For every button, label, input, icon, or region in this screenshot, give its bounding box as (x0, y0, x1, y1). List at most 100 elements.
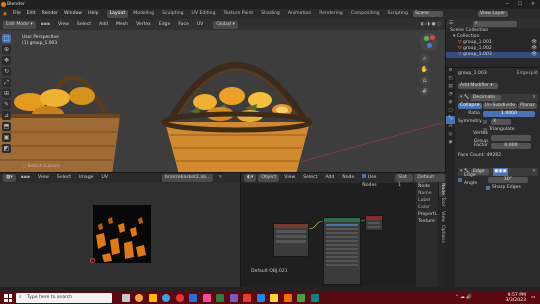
scale-tool-icon[interactable]: ⤢ (2, 78, 11, 87)
menu-select[interactable]: Select (74, 21, 94, 29)
menu-uv[interactable]: UV (194, 21, 207, 29)
measure-tool-icon[interactable]: ⊿ (2, 111, 11, 120)
tab-shading[interactable]: Shading (258, 10, 283, 18)
uv-select-mode-icons[interactable]: ▪▪▪ (18, 174, 33, 182)
menu-view[interactable]: View (55, 21, 72, 29)
move-tool-icon[interactable]: ✥ (2, 56, 11, 65)
tab-layout[interactable]: Layout (106, 10, 129, 18)
vertex-group-field[interactable] (491, 135, 531, 141)
inset-tool-icon[interactable]: ▣ (2, 133, 11, 142)
sidebar-tab-node[interactable]: Node (439, 183, 445, 197)
mode-planar-tab[interactable]: Planar (518, 103, 537, 109)
extrude-tool-icon[interactable]: ⬒ (2, 122, 11, 131)
tab-modeling[interactable]: Modeling (130, 10, 157, 18)
outliner-search[interactable]: ⌕ (473, 20, 518, 27)
side-node-header[interactable]: Node (418, 183, 438, 190)
sidebar-tab-tool[interactable]: Tool (439, 197, 445, 211)
rotate-tool-icon[interactable]: ↻ (2, 67, 11, 76)
view-layer-selector[interactable]: View Layer (478, 11, 508, 17)
notifications-icon[interactable]: ▭ (531, 295, 535, 300)
uv-editor-type-icon[interactable]: ▦▾ (3, 174, 16, 182)
bevel-tool-icon[interactable]: ◩ (2, 144, 11, 153)
side-texture-label[interactable]: Texture (418, 218, 438, 225)
particles-tab-icon[interactable]: ⁂ (446, 124, 455, 132)
add-modifier-button[interactable]: Add Modifier ▾ (458, 83, 498, 89)
side-properties-label[interactable]: Properti... (418, 211, 440, 218)
tab-scripting[interactable]: Scripting (385, 10, 411, 18)
select-mode-icons[interactable]: ▪▪▪ (38, 21, 53, 29)
blender-taskbar-icon[interactable] (135, 294, 144, 302)
axis-gizmo-icon[interactable] (420, 33, 438, 51)
clock[interactable]: 9:57 PM 3/3/2023 (500, 293, 526, 303)
menu-face[interactable]: Face (175, 21, 191, 29)
app2-icon[interactable] (297, 294, 306, 302)
app3-icon[interactable] (310, 294, 319, 302)
menu-help[interactable]: Help (85, 9, 101, 19)
outliner-item-selected[interactable]: ▽ group_1.003 👁 (446, 52, 540, 58)
outliner-icon[interactable]: ☰ (449, 21, 453, 26)
close-icon[interactable]: ✕ (531, 2, 535, 7)
uv-menu-uv[interactable]: UV (98, 174, 111, 182)
render-tab-icon[interactable]: ◰ (446, 76, 455, 84)
uv-menu-view[interactable]: View (35, 174, 52, 182)
physics-tab-icon[interactable]: ◎ (446, 132, 455, 140)
image-selector[interactable]: bronzebasket2.ab... (161, 174, 214, 182)
edge-angle-field[interactable]: 30° (488, 177, 528, 183)
symmetry-checkbox[interactable] (483, 120, 487, 124)
edge-angle-checkbox[interactable] (458, 178, 462, 182)
zoom-icon[interactable]: ⌕ (420, 54, 429, 63)
blender-menu-icon[interactable]: ◉ (0, 12, 10, 17)
uv-menu-image[interactable]: Image (76, 174, 96, 182)
scene-tab-icon[interactable]: ◔ (446, 92, 455, 100)
world-tab-icon[interactable]: ◍ (446, 100, 455, 108)
menu-edge[interactable]: Edge (156, 21, 174, 29)
store-icon[interactable] (189, 294, 198, 302)
taskbar-search-box[interactable]: ⌕ Type here to search (16, 293, 112, 303)
tab-sculpting[interactable]: Sculpting (159, 10, 186, 18)
notes-icon[interactable] (270, 294, 279, 302)
edge-icon[interactable] (162, 294, 171, 302)
tab-animation[interactable]: Animation (285, 10, 314, 18)
excel-icon[interactable] (216, 294, 225, 302)
shader-node-editor[interactable]: ◐▾ Object View Select Add Node Use Nodes… (240, 172, 446, 288)
pdf-icon[interactable] (243, 294, 252, 302)
orientation-selector[interactable]: Global ▾ (213, 20, 238, 29)
decimate-name-field[interactable]: Decimate (470, 95, 501, 101)
side-color-label[interactable]: Color (418, 204, 438, 211)
word-icon[interactable] (256, 294, 265, 302)
sharp-edges-checkbox[interactable] (486, 186, 490, 190)
3d-viewport[interactable]: Edit Mode ▾ ▪▪▪ View Select Add Mesh Ver… (0, 19, 445, 172)
windows-start-icon[interactable] (4, 294, 12, 302)
menu-add[interactable]: Add (96, 21, 111, 29)
sidebar-tab-options[interactable]: Options (439, 225, 445, 247)
cursor-tool-icon[interactable]: ⊕ (2, 45, 11, 54)
ratio-field[interactable]: 1.0000 (483, 111, 535, 117)
camera-icon[interactable]: ⌂ (420, 76, 429, 85)
decimate-modifier-header[interactable]: ▾ 🔧 Decimate ✕ (458, 94, 538, 102)
file-explorer-icon[interactable] (148, 294, 157, 302)
shading-icons[interactable]: ◐ ◑ ● ○ (418, 21, 444, 29)
tab-rendering[interactable]: Rendering (316, 10, 345, 18)
uv-menu-select[interactable]: Select (54, 174, 74, 182)
minimize-icon[interactable]: — (505, 2, 510, 7)
tab-compositing[interactable]: Compositing (348, 10, 383, 18)
tab-uv-editing[interactable]: UV Editing (189, 10, 219, 18)
menu-render[interactable]: Render (39, 9, 61, 19)
transform-tool-icon[interactable]: ⊞ (2, 89, 11, 98)
output-tab-icon[interactable]: ▤ (446, 84, 455, 92)
image-close-icon[interactable]: ✕ (215, 174, 225, 182)
task-view-icon[interactable] (122, 294, 130, 302)
discord-icon[interactable] (229, 294, 238, 302)
grid-icon[interactable]: # (420, 87, 429, 96)
mode-unsubdivide-tab[interactable]: Un-Subdivide (482, 103, 518, 109)
object-tab-icon[interactable]: ▢ (446, 108, 455, 116)
mode-selector[interactable]: Edit Mode ▾ (3, 20, 36, 29)
menu-vertex[interactable]: Vertex (133, 21, 154, 29)
navigation-gizmo[interactable]: ⌕ ✋ ⌂ # (420, 33, 442, 98)
material-tab-icon[interactable]: ◉ (446, 140, 455, 148)
factor-field[interactable]: 0.000 (491, 143, 531, 149)
menu-mesh[interactable]: Mesh (113, 21, 131, 29)
scene-selector[interactable]: Scene (413, 11, 443, 17)
maximize-icon[interactable]: ☐ (518, 2, 522, 7)
2d-cursor-icon[interactable] (90, 258, 95, 263)
